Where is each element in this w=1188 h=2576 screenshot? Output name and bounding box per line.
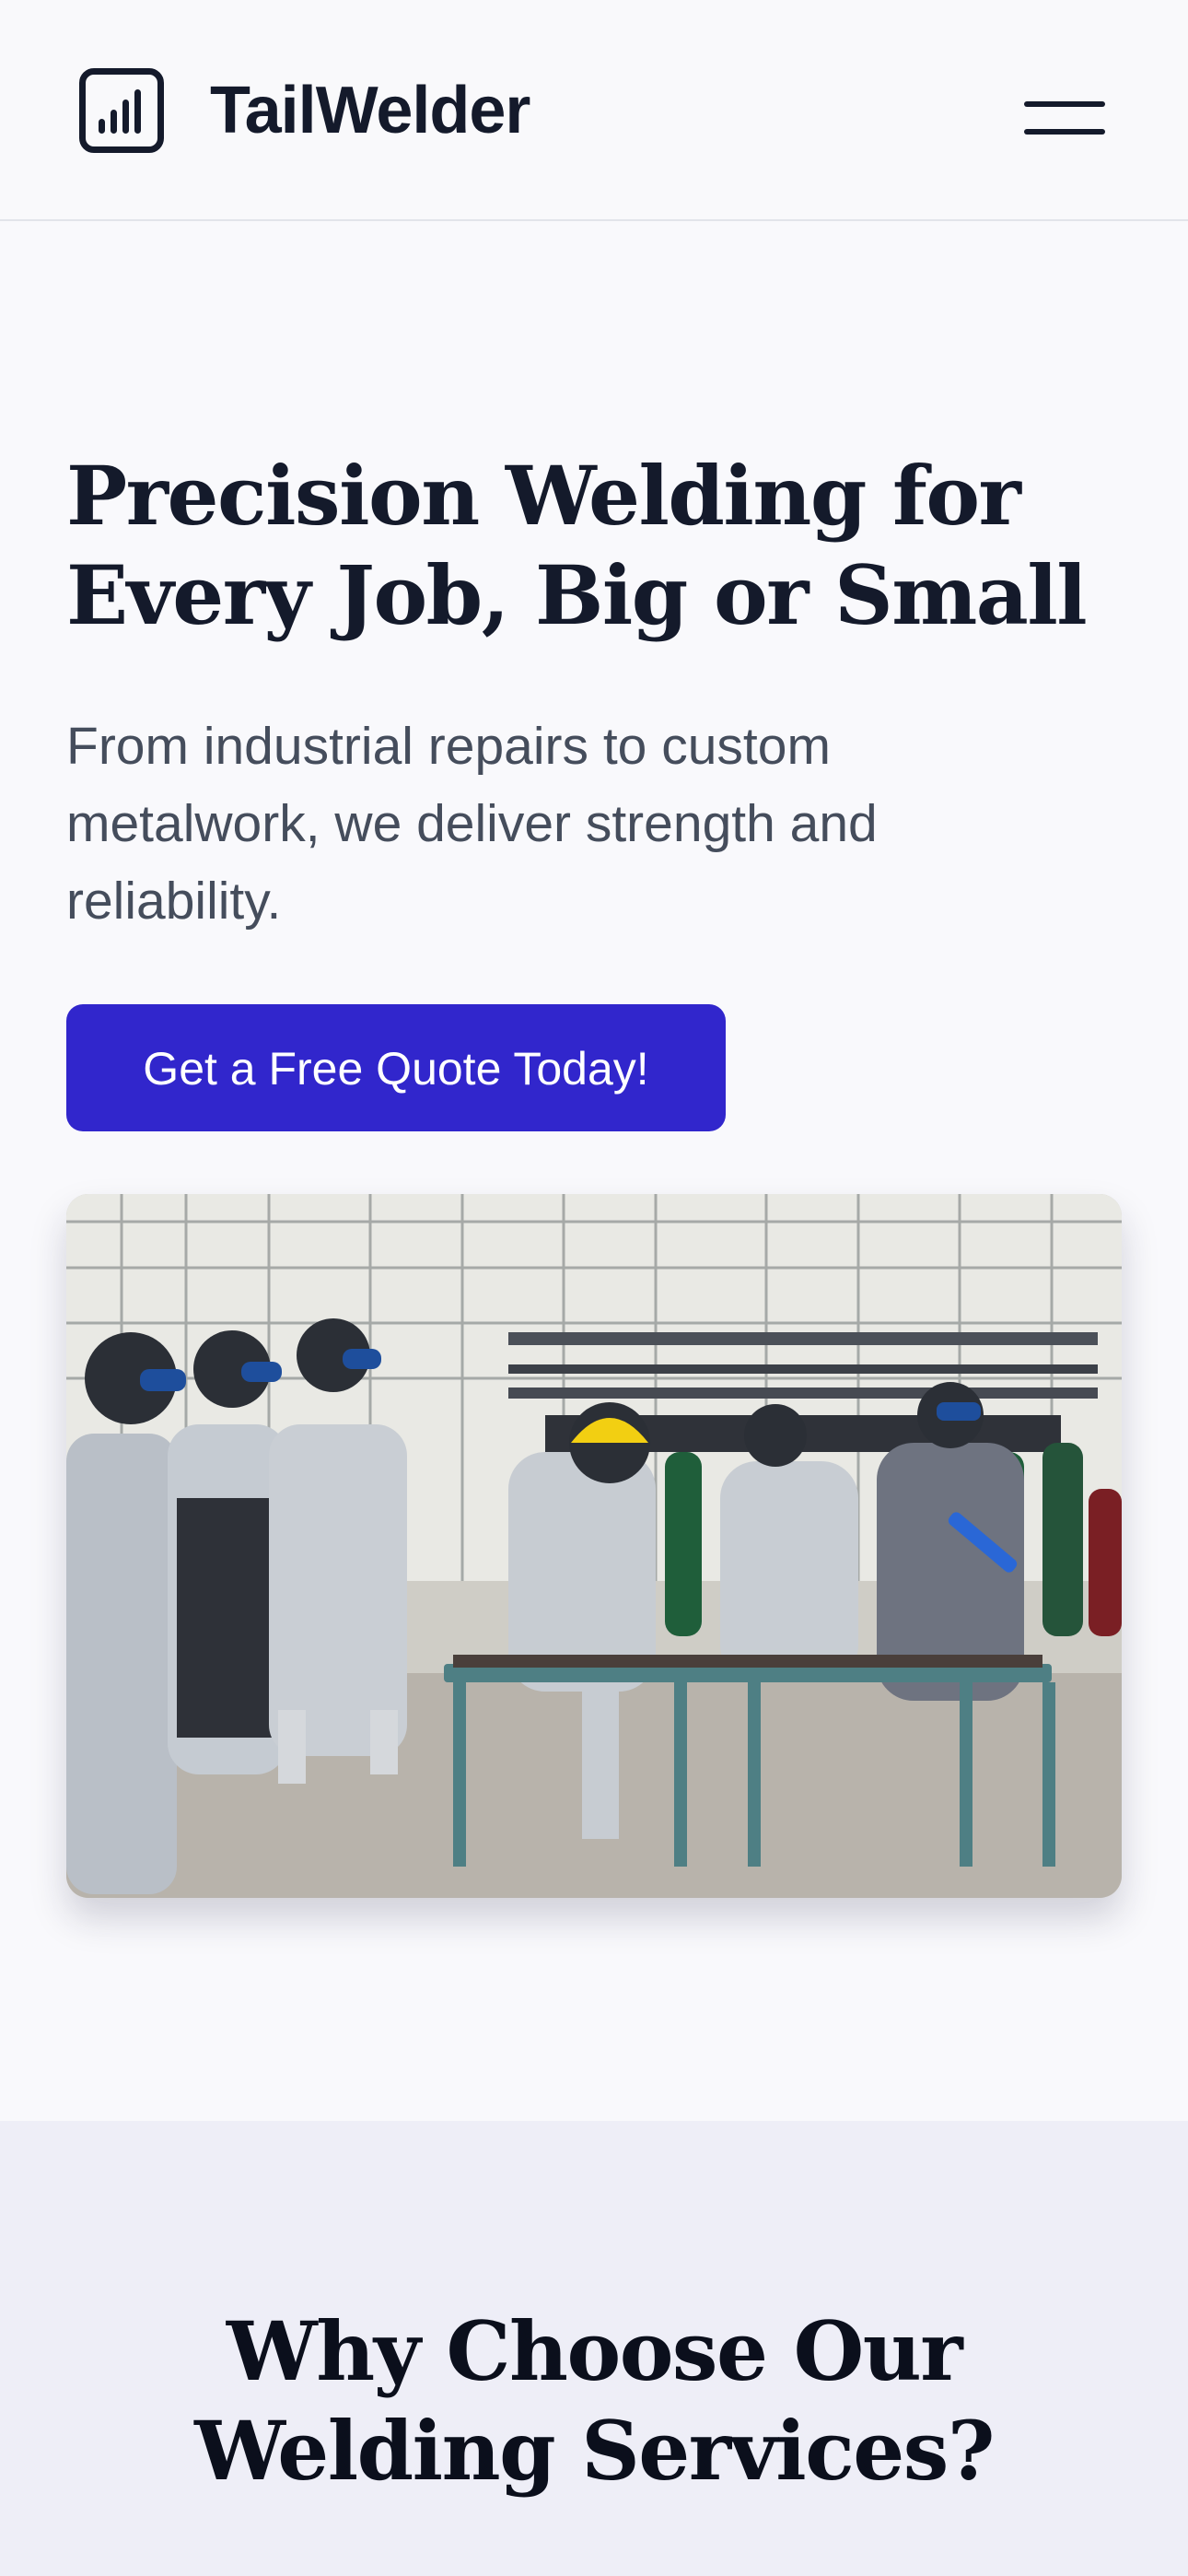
hero-title: Precision Welding for Every Job, Big or … bbox=[66, 448, 1088, 643]
why-choose-section: Why Choose Our Welding Services? bbox=[0, 2121, 1188, 2576]
get-quote-button[interactable]: Get a Free Quote Today! bbox=[66, 1004, 726, 1131]
hamburger-menu-icon[interactable] bbox=[1017, 92, 1109, 147]
hero-subtitle: From industrial repairs to custom metalw… bbox=[66, 717, 878, 931]
hero-section: Precision Welding for Every Job, Big or … bbox=[0, 221, 1188, 2121]
section-title: Why Choose Our Welding Services? bbox=[194, 2303, 995, 2499]
hero-image bbox=[66, 1194, 1122, 1898]
site-header: TailWelder bbox=[0, 0, 1188, 221]
bar-chart-icon[interactable] bbox=[79, 68, 164, 153]
brand-name[interactable]: TailWelder bbox=[210, 66, 530, 155]
